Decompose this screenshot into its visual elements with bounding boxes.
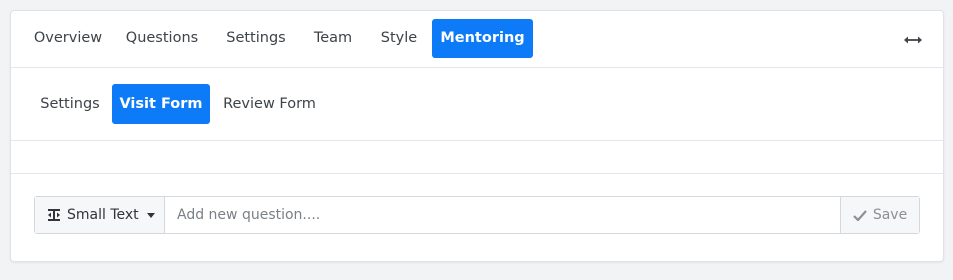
tab-style[interactable]: Style [371, 19, 427, 58]
tab-settings[interactable]: Settings [216, 19, 296, 58]
subtab-visit-form[interactable]: Visit Form [112, 84, 210, 124]
mentoring-sub-tab-bar: Settings Visit Form Review Form [11, 68, 943, 141]
question-type-label: Small Text [67, 207, 139, 223]
save-button-label: Save [872, 207, 908, 223]
new-question-input[interactable] [165, 197, 840, 233]
tab-mentoring[interactable]: Mentoring [432, 19, 533, 58]
questions-list-empty [11, 141, 943, 174]
horizontal-arrows-icon[interactable] [903, 30, 923, 50]
add-question-group: Small Text Save [34, 196, 920, 234]
save-button[interactable]: Save [840, 197, 919, 233]
mentoring-card: Overview Questions Settings Team Style M… [10, 10, 944, 262]
tab-team[interactable]: Team [304, 19, 362, 58]
question-type-dropdown[interactable]: Small Text [35, 197, 165, 233]
caret-down-icon [146, 212, 155, 218]
check-icon [853, 209, 867, 221]
main-tab-bar: Overview Questions Settings Team Style M… [11, 11, 943, 68]
tab-overview[interactable]: Overview [21, 19, 115, 58]
text-field-icon [47, 208, 61, 222]
subtab-settings[interactable]: Settings [29, 84, 111, 124]
subtab-review-form[interactable]: Review Form [218, 84, 321, 124]
tab-questions[interactable]: Questions [118, 19, 206, 58]
